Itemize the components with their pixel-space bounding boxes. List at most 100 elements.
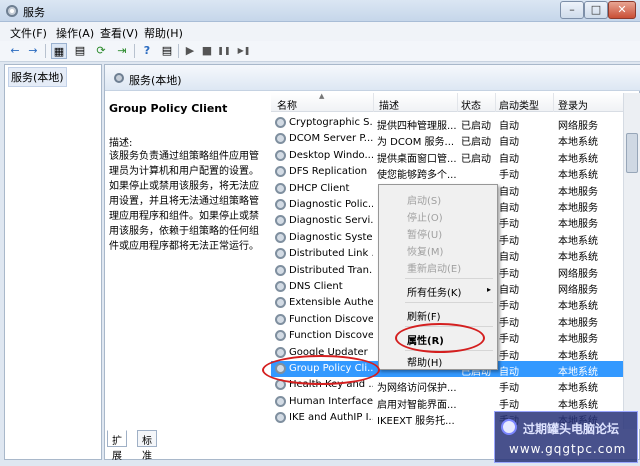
cell-name: Function Discove...	[289, 313, 373, 325]
watermark-title: 过期罐头电脑论坛	[523, 422, 620, 436]
maximize-button[interactable]: □	[584, 1, 608, 19]
menu-action[interactable]: 操作(A)	[56, 25, 94, 41]
service-gear-icon	[275, 395, 286, 407]
service-gear-icon	[275, 199, 286, 210]
vertical-scrollbar[interactable]	[623, 93, 640, 429]
cell-desc: 提供四种管理服...	[377, 121, 457, 132]
selected-service-name: Group Policy Client	[109, 102, 228, 115]
menu-item-start[interactable]: 启动(S)	[407, 192, 441, 207]
tab-standard[interactable]: 标准	[137, 430, 157, 462]
cell-status: 已启动	[461, 137, 491, 149]
forward-icon[interactable]: →	[25, 43, 41, 59]
cell-logon: 本地系统	[558, 350, 598, 362]
cell-logon: 本地系统	[558, 399, 598, 411]
title-bar: 服务 – □ ✕	[0, 0, 640, 22]
menu-file[interactable]: 文件(F)	[10, 25, 47, 41]
services-content-pane: 服务(本地) Group Policy Client 描述: 该服务负责通过组策…	[104, 64, 640, 462]
menu-item-pause[interactable]: 暂停(U)	[407, 226, 442, 241]
cell-type: 自动	[499, 121, 519, 132]
table-row[interactable]: Human Interface... 启用对智能界面... 手动 本地系统	[271, 394, 623, 411]
menu-bar: 文件(F) 操作(A) 查看(V) 帮助(H)	[0, 22, 640, 41]
column-header-description[interactable]: 描述	[379, 97, 399, 112]
cell-desc: IKEEXT 服务托...	[377, 416, 455, 428]
service-gear-icon	[275, 133, 286, 145]
menu-help[interactable]: 帮助(H)	[144, 25, 183, 41]
console-tree-icon[interactable]: ▦	[51, 43, 67, 59]
start-service-icon[interactable]: ▶	[182, 43, 198, 59]
cell-type: 自动	[499, 137, 519, 149]
service-gear-icon	[275, 231, 286, 243]
tree-item-local-services[interactable]: 服务(本地)	[8, 67, 67, 87]
cell-name: IKE and AuthIP I...	[289, 412, 373, 424]
cell-name: Function Discove...	[289, 330, 373, 342]
cell-type: 手动	[499, 301, 519, 313]
table-row[interactable]: DFS Replication 使您能够跨多个... 手动 本地系统	[271, 164, 623, 182]
cell-logon: 本地系统	[558, 301, 598, 313]
cell-type: 手动	[499, 317, 519, 329]
service-gear-icon	[275, 412, 286, 424]
cell-type: 手动	[499, 235, 519, 247]
pause-service-icon[interactable]: ❚❚	[216, 43, 232, 59]
tab-extended[interactable]: 扩展	[107, 430, 127, 462]
toolbar: ← → ▦ ▤ ⟳ ⇥ ? ▤ ▶ ■ ❚❚ ▶❚	[0, 41, 640, 62]
table-row[interactable]: Cryptographic S... 提供四种管理服... 已启动 自动 网络服务	[271, 115, 623, 132]
description-pane: Group Policy Client 描述: 该服务负责通过组策略组件应用管理…	[105, 93, 271, 423]
column-header-logon[interactable]: 登录为	[558, 97, 588, 112]
watermark-url: www.gqgtpc.com	[509, 442, 627, 456]
tree-item-label: 服务(本地)	[11, 71, 64, 84]
cell-name: DHCP Client	[289, 182, 350, 194]
cell-logon: 本地服务	[558, 186, 598, 198]
show-list-icon[interactable]: ▤	[72, 43, 88, 59]
service-gear-icon	[275, 264, 286, 276]
cell-logon: 本地系统	[558, 170, 598, 182]
column-header-name[interactable]: 名称	[277, 97, 297, 112]
table-row[interactable]: DCOM Server P... 为 DCOM 服务... 已启动 自动 本地系统	[271, 131, 623, 149]
help-icon[interactable]: ?	[139, 43, 155, 59]
column-header-status[interactable]: 状态	[461, 97, 481, 112]
cell-logon: 网络服务	[558, 121, 598, 132]
cell-status: 已启动	[461, 153, 491, 165]
minimize-button[interactable]: –	[560, 1, 584, 19]
cell-name: Desktop Windo...	[289, 149, 373, 161]
cell-name: DNS Client	[289, 281, 343, 292]
menu-item-resume[interactable]: 恢复(M)	[407, 243, 443, 258]
cell-desc: 为网络访问保护...	[377, 383, 457, 395]
stop-service-icon[interactable]: ■	[199, 43, 215, 59]
cell-desc: 使您能够跨多个...	[377, 170, 457, 182]
menu-item-stop[interactable]: 停止(O)	[407, 209, 443, 224]
forum-logo-icon	[501, 419, 517, 435]
cell-type: 手动	[499, 268, 519, 280]
service-gear-icon	[275, 313, 286, 325]
content-header-title: 服务(本地)	[129, 74, 182, 87]
scrollbar-thumb[interactable]	[626, 133, 638, 173]
cell-logon: 本地系统	[558, 153, 598, 165]
table-row[interactable]: Desktop Windo... 提供桌面窗口管... 已启动 自动 本地系统	[271, 148, 623, 165]
cell-desc: 为 DCOM 服务...	[377, 137, 455, 149]
back-icon[interactable]: ←	[7, 43, 23, 59]
toolbar-divider	[134, 44, 135, 58]
menu-item-all-tasks[interactable]: 所有任务(K)	[407, 284, 461, 299]
menu-item-help[interactable]: 帮助(H)	[407, 354, 442, 369]
column-divider	[457, 93, 458, 112]
properties-icon[interactable]: ▤	[159, 43, 175, 59]
close-button[interactable]: ✕	[608, 1, 636, 19]
refresh-icon[interactable]: ⟳	[93, 43, 109, 59]
menu-item-restart[interactable]: 重新启动(E)	[407, 260, 461, 275]
menu-separator	[405, 278, 493, 279]
column-header-startup-type[interactable]: 启动类型	[499, 97, 539, 112]
services-window: 服务 – □ ✕ 文件(F) 操作(A) 查看(V) 帮助(H) ← → ▦ ▤…	[0, 0, 640, 466]
menu-item-refresh[interactable]: 刷新(F)	[407, 308, 441, 323]
cell-type: 自动	[499, 153, 519, 165]
menu-view[interactable]: 查看(V)	[100, 25, 138, 41]
restart-service-icon[interactable]: ▶❚	[236, 43, 252, 59]
cell-status: 已启动	[461, 121, 491, 132]
list-header: 名称 ▲ 描述 状态 启动类型 登录为	[271, 93, 623, 112]
service-gear-icon	[275, 117, 286, 128]
cell-type: 手动	[499, 334, 519, 346]
cell-desc: 启用对智能界面...	[377, 399, 457, 411]
cell-name: DFS Replication	[289, 166, 368, 178]
cell-logon: 网络服务	[558, 268, 598, 280]
cell-logon: 本地系统	[558, 383, 598, 395]
annotation-circle-selected-row	[262, 355, 380, 385]
export-list-icon[interactable]: ⇥	[114, 43, 130, 59]
